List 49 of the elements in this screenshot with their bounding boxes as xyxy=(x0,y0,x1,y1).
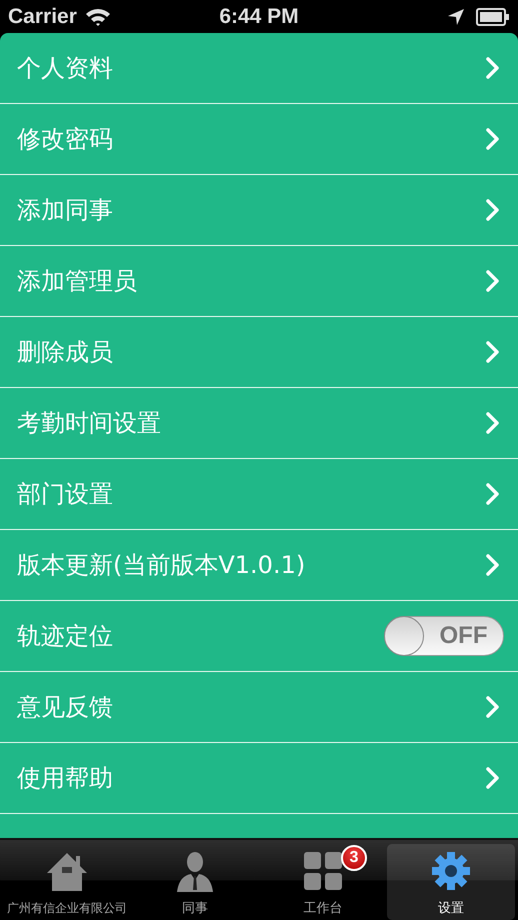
chevron-icon xyxy=(486,767,500,789)
chevron-icon xyxy=(486,199,500,221)
chevron-icon xyxy=(486,57,500,79)
settings-row[interactable]: 意见反馈 xyxy=(0,672,518,743)
setting-label: 版本更新(当前版本V1.0.1) xyxy=(17,550,306,581)
settings-row[interactable]: 使用帮助 xyxy=(0,743,518,814)
chevron-icon xyxy=(486,483,500,505)
chevron-icon xyxy=(486,341,500,363)
setting-label: 轨迹定位 xyxy=(17,621,113,652)
settings-row[interactable]: 删除成员 xyxy=(0,317,518,388)
chevron-icon xyxy=(486,270,500,292)
wifi-icon xyxy=(84,8,111,26)
carrier-name: Carrier xyxy=(8,4,77,28)
battery-icon xyxy=(476,8,510,26)
tab-item[interactable]: 3 工作台 xyxy=(259,844,387,920)
location-arrow-icon xyxy=(448,8,464,24)
clock-time: 6:44 PM xyxy=(219,4,299,28)
settings-row[interactable]: 部门设置 xyxy=(0,459,518,530)
setting-label: 意见反馈 xyxy=(17,692,113,723)
setting-label: 考勤时间设置 xyxy=(17,408,161,439)
tab-item[interactable]: 设置 xyxy=(387,844,515,920)
chevron-icon xyxy=(486,128,500,150)
setting-label: 部门设置 xyxy=(17,479,113,510)
setting-label: 修改密码 xyxy=(17,124,113,155)
setting-label: 添加管理员 xyxy=(17,266,137,297)
count-badge: 3 xyxy=(341,845,367,871)
tab-label: 工作台 xyxy=(304,900,342,917)
setting-label: 添加同事 xyxy=(17,195,113,226)
settings-icon xyxy=(431,851,471,891)
tab-item[interactable]: 广州有信企业有限公司 xyxy=(3,844,131,920)
tab-label: 同事 xyxy=(182,900,208,917)
settings-row[interactable]: 添加同事 xyxy=(0,175,518,246)
settings-row[interactable]: 版本更新(当前版本V1.0.1) xyxy=(0,530,518,601)
house-icon xyxy=(45,851,89,893)
settings-row[interactable]: 考勤时间设置 xyxy=(0,388,518,459)
tab-item[interactable]: 同事 xyxy=(131,844,259,920)
tab-label: 设置 xyxy=(438,900,464,917)
setting-label: 删除成员 xyxy=(17,337,113,368)
setting-label: 使用帮助 xyxy=(17,763,113,794)
chevron-icon xyxy=(486,412,500,434)
grid-icon xyxy=(303,851,343,891)
settings-row[interactable]: 修改密码 xyxy=(0,104,518,175)
chevron-icon xyxy=(486,554,500,576)
tab-label: 广州有信企业有限公司 xyxy=(7,900,127,917)
toggle-switch[interactable]: OFF xyxy=(384,616,504,656)
settings-row[interactable]: 个人资料 xyxy=(0,33,518,104)
chevron-icon xyxy=(486,696,500,718)
settings-row[interactable]: 添加管理员 xyxy=(0,246,518,317)
setting-label: 个人资料 xyxy=(17,53,113,84)
